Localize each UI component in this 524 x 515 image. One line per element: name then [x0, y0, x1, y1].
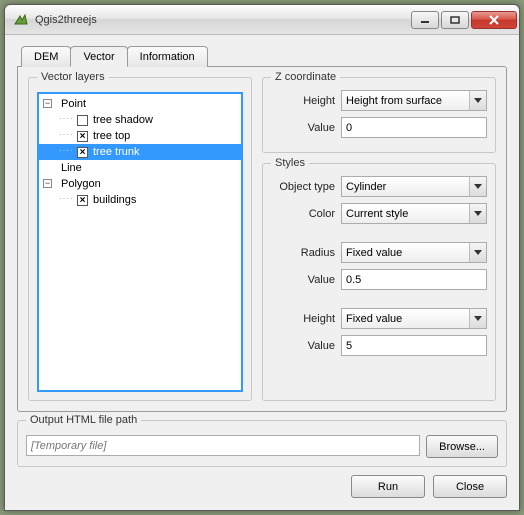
run-button[interactable]: Run [351, 475, 425, 498]
maximize-button[interactable] [441, 11, 469, 29]
chevron-down-icon [469, 204, 486, 223]
minimize-button[interactable] [411, 11, 439, 29]
radius-label: Radius [271, 247, 341, 259]
app-icon [13, 12, 29, 28]
chevron-down-icon [469, 177, 486, 196]
tree-item-tree-top[interactable]: ···· × tree top [39, 128, 241, 144]
styles-group: Styles Object type Cylinder Color Curren… [262, 163, 496, 401]
chevron-down-icon [469, 309, 486, 328]
output-path-input[interactable] [26, 435, 420, 456]
height-label: Height [271, 95, 341, 107]
object-type-combo[interactable]: Cylinder [341, 176, 487, 197]
dialog-window: Qgis2threejs DEM Vector Information Vect… [4, 4, 520, 511]
checkbox-checked-icon[interactable]: × [77, 131, 88, 142]
titlebar[interactable]: Qgis2threejs [5, 5, 519, 35]
checkbox-checked-icon[interactable]: × [77, 147, 88, 158]
window-title: Qgis2threejs [35, 14, 409, 26]
object-type-label: Object type [271, 181, 341, 193]
chevron-down-icon [469, 91, 486, 110]
dialog-buttons: Run Close [17, 475, 507, 498]
vector-layers-title: Vector layers [37, 71, 109, 83]
tab-vector[interactable]: Vector [70, 46, 127, 67]
z-coordinate-group: Z coordinate Height Height from surface … [262, 77, 496, 153]
style-height-label: Height [271, 313, 341, 325]
z-value-input[interactable]: 0 [341, 117, 487, 138]
client-area: DEM Vector Information Vector layers − P… [5, 35, 519, 510]
styles-title: Styles [271, 157, 309, 169]
chevron-down-icon [469, 243, 486, 262]
vector-layers-group: Vector layers − Point ···· tree shadow [28, 77, 252, 401]
tab-header: DEM Vector Information [21, 45, 507, 66]
tree-item-tree-trunk[interactable]: ···· × tree trunk [39, 144, 241, 160]
tree-node-line[interactable]: Line [39, 160, 241, 176]
radius-mode-combo[interactable]: Fixed value [341, 242, 487, 263]
collapse-icon[interactable]: − [43, 99, 52, 108]
radius-value-label: Value [271, 274, 341, 286]
z-height-combo[interactable]: Height from surface [341, 90, 487, 111]
output-path-title: Output HTML file path [26, 414, 141, 426]
z-coordinate-title: Z coordinate [271, 71, 340, 83]
style-height-value-input[interactable]: 5 [341, 335, 487, 356]
tab-body: Vector layers − Point ···· tree shadow [17, 66, 507, 412]
tree-node-polygon[interactable]: − Polygon [39, 176, 241, 192]
tree-item-tree-shadow[interactable]: ···· tree shadow [39, 112, 241, 128]
browse-button[interactable]: Browse... [426, 435, 498, 458]
tree-item-buildings[interactable]: ···· × buildings [39, 192, 241, 208]
color-label: Color [271, 208, 341, 220]
tab-information[interactable]: Information [127, 46, 208, 67]
checkbox-icon[interactable] [77, 115, 88, 126]
close-window-button[interactable] [471, 11, 517, 29]
tab-dem[interactable]: DEM [21, 46, 71, 67]
layers-tree[interactable]: − Point ···· tree shadow ···· × tree top [37, 92, 243, 392]
checkbox-checked-icon[interactable]: × [77, 195, 88, 206]
collapse-icon[interactable]: − [43, 179, 52, 188]
z-value-label: Value [271, 122, 341, 134]
output-path-group: Output HTML file path Browse... [17, 420, 507, 467]
tree-node-point[interactable]: − Point [39, 96, 241, 112]
close-button[interactable]: Close [433, 475, 507, 498]
style-height-mode-combo[interactable]: Fixed value [341, 308, 487, 329]
color-combo[interactable]: Current style [341, 203, 487, 224]
style-height-value-label: Value [271, 340, 341, 352]
radius-value-input[interactable]: 0.5 [341, 269, 487, 290]
